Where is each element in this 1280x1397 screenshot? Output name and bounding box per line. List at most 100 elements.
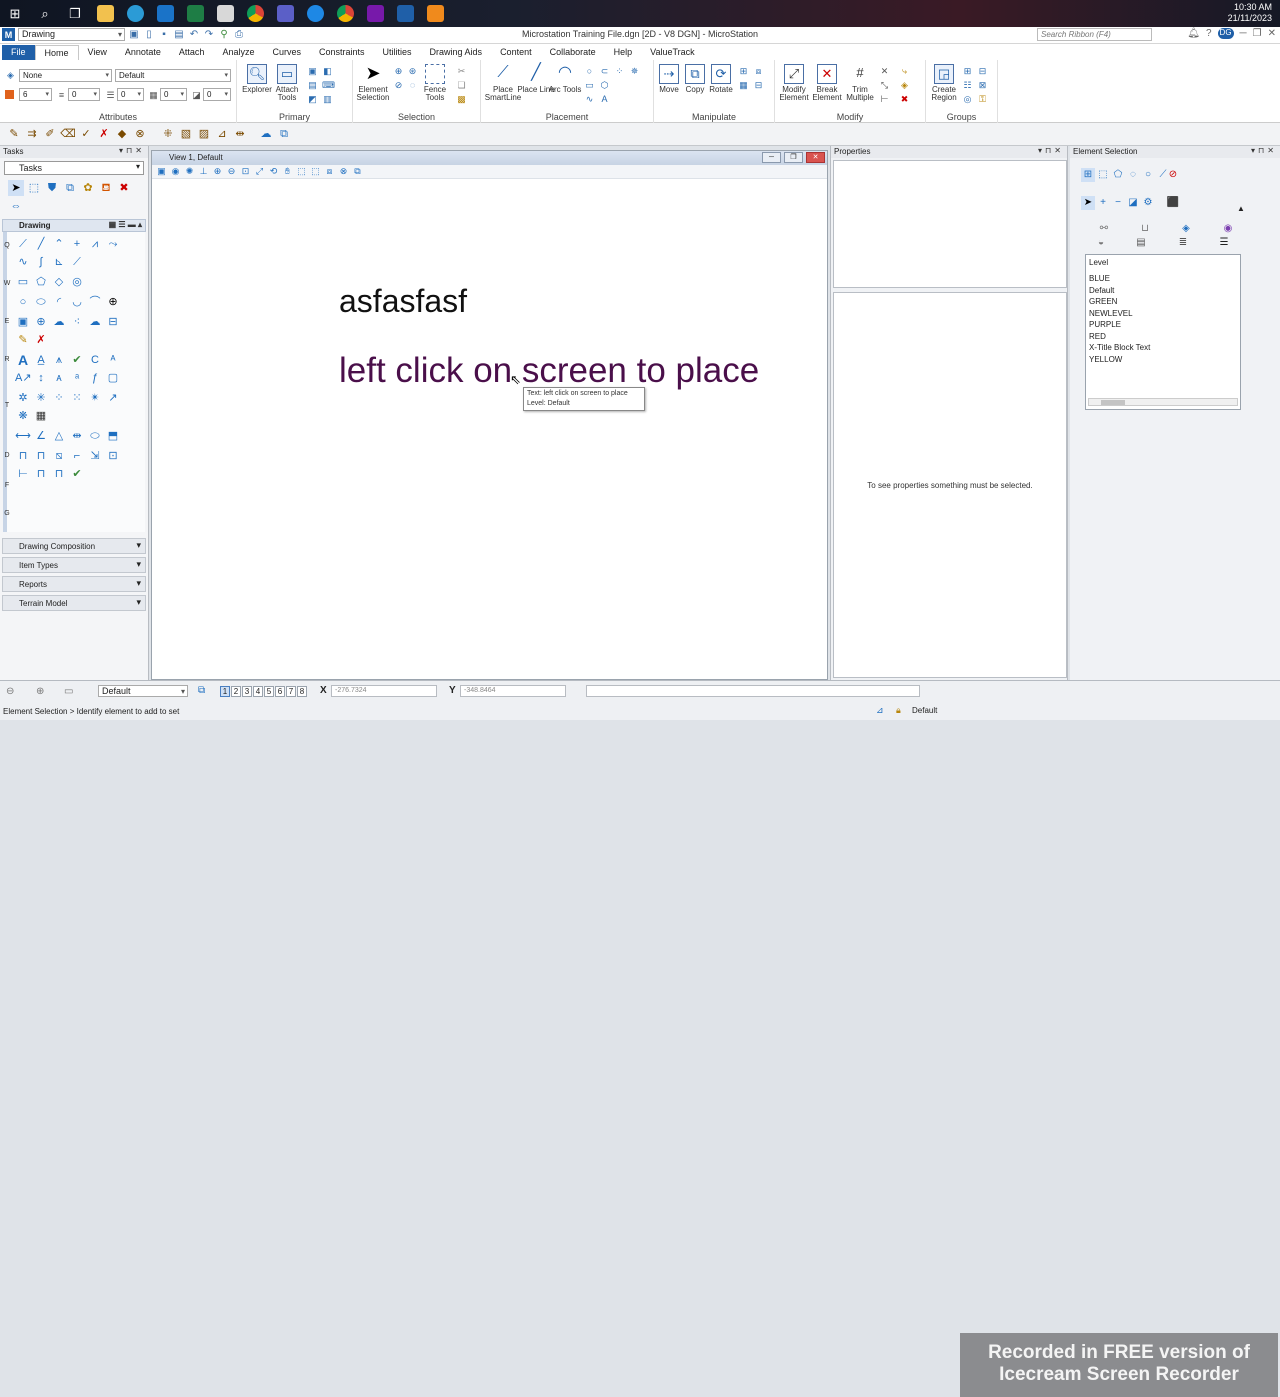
ordinate-icon[interactable]: ⬒ xyxy=(105,428,121,444)
style-combo[interactable]: Default xyxy=(115,69,231,82)
cloud-edit-icon[interactable]: ☁ xyxy=(87,314,103,330)
section-view-icons[interactable]: ▦ ☰ ▬ ▴ xyxy=(109,220,142,229)
display-style-icon[interactable]: ◉ xyxy=(170,166,181,177)
saved-views-icon[interactable]: ◩ xyxy=(307,94,318,104)
level-item-green[interactable]: GREEN xyxy=(1086,296,1240,308)
clear-selection-icon[interactable]: ⊘ xyxy=(1166,168,1180,182)
view-1-button[interactable]: 1 xyxy=(220,686,230,697)
pattern-icon[interactable]: ▧ xyxy=(178,126,194,142)
split-icon[interactable]: ⊢ xyxy=(879,94,890,104)
view-close-button[interactable]: ✕ xyxy=(806,152,825,163)
view-7-button[interactable]: 7 xyxy=(286,686,296,697)
line-mode-icon[interactable]: ◌ xyxy=(1126,168,1140,182)
reports-header[interactable]: Reports xyxy=(2,576,146,592)
element-selection-controls-icon[interactable]: ▾⊓✕ xyxy=(1251,146,1277,155)
shape-mode-icon[interactable]: ⬠ xyxy=(1111,168,1125,182)
undo-icon[interactable]: ↶ xyxy=(188,29,200,41)
level-lock-icon[interactable]: 🔒︎ xyxy=(896,703,901,717)
diamond-tool-icon[interactable]: ◇ xyxy=(51,274,67,290)
key-in-icon[interactable]: ⌨ xyxy=(322,80,335,90)
onenote-icon[interactable] xyxy=(363,3,387,25)
cell-place-icon[interactable]: ↗ xyxy=(105,390,121,406)
grid-wall-icon[interactable]: ⊓ xyxy=(51,466,67,482)
outlook-icon[interactable] xyxy=(153,3,177,25)
text-edit-icon[interactable]: ᴬ xyxy=(105,352,121,368)
copy-clip-icon[interactable]: ❏ xyxy=(456,80,467,90)
search-icon[interactable]: ⌕ xyxy=(33,3,57,25)
rotate-view-icon[interactable]: ⟲ xyxy=(268,166,279,177)
level-list-scrollbar[interactable] xyxy=(1088,398,1238,406)
pan-view-icon[interactable]: ✋︎ xyxy=(282,166,293,177)
offset-icon[interactable]: ◈ xyxy=(899,80,910,90)
attribute-color-icon[interactable]: ◉ xyxy=(1221,222,1235,236)
paint-icon[interactable]: ⊗ xyxy=(132,126,148,142)
x-coordinate-field[interactable]: -276.7324 xyxy=(331,685,437,697)
tasks-combo[interactable]: Tasks xyxy=(4,161,144,175)
placed-text[interactable]: asfasfasf xyxy=(339,283,467,320)
extend-icon[interactable]: ⤡ xyxy=(879,80,890,90)
measure-tool-icon[interactable]: ⇔ xyxy=(8,198,24,214)
chrome-icon[interactable] xyxy=(243,3,267,25)
subtract-selection-icon[interactable]: − xyxy=(1111,196,1125,210)
circle-icon[interactable]: ○ xyxy=(584,66,595,76)
tangent-icon[interactable]: ⟋ xyxy=(69,254,85,270)
block-mode-icon[interactable]: ⬚ xyxy=(1096,168,1110,182)
save-icon[interactable]: ▪ xyxy=(158,29,170,41)
user-avatar[interactable]: DG xyxy=(1217,28,1234,39)
chamfer-icon[interactable]: ⤷ xyxy=(899,66,910,76)
arc-tool-icon[interactable]: ◜ xyxy=(51,294,67,310)
fence-tools-button[interactable]: Fence Tools xyxy=(415,64,455,102)
color-combo[interactable]: 6 xyxy=(19,88,52,101)
view-next-icon[interactable]: ⬚ xyxy=(310,166,321,177)
cell-array-icon[interactable]: ✳ xyxy=(33,390,49,406)
circle-tool-icon[interactable]: ○ xyxy=(15,294,31,310)
text-label-icon[interactable]: ▢ xyxy=(105,370,121,386)
measure-icon[interactable]: ⊿ xyxy=(214,126,230,142)
level-item-yellow[interactable]: YELLOW xyxy=(1086,354,1240,366)
grid-check-icon[interactable]: ✔ xyxy=(69,466,85,482)
view-group-combo[interactable]: Default xyxy=(98,685,188,697)
levels-tab-icon[interactable]: ◒ xyxy=(1094,236,1108,250)
circle-mode-icon[interactable]: ○ xyxy=(1141,168,1155,182)
redo-icon[interactable]: ↷ xyxy=(203,29,215,41)
polyline-icon[interactable]: ⩘ xyxy=(87,236,103,252)
dimension-tool-icon[interactable]: ⟷ xyxy=(15,428,31,444)
dots-icon[interactable]: ⁖ xyxy=(69,314,85,330)
models-icon[interactable]: ▣ xyxy=(307,66,318,76)
chrome-profile-icon[interactable] xyxy=(333,3,357,25)
levels-icon[interactable]: ◧ xyxy=(322,66,333,76)
view-minimize-button[interactable]: ─ xyxy=(762,152,781,163)
fillet-icon[interactable]: ✕ xyxy=(879,66,890,76)
tab-collaborate[interactable]: Collaborate xyxy=(541,45,605,60)
tab-file[interactable]: File xyxy=(2,45,35,60)
modify-arc-icon[interactable]: ⊕ xyxy=(105,294,121,310)
match-icon[interactable]: ⇉ xyxy=(24,126,40,142)
curve-tool-icon[interactable]: ∫ xyxy=(33,254,49,270)
close-icon[interactable]: ✕ xyxy=(1268,28,1276,39)
calendar-icon[interactable] xyxy=(213,3,237,25)
properties-icon[interactable]: ▥ xyxy=(322,94,333,104)
snap-icon[interactable]: ⊿ xyxy=(876,703,884,717)
tab-drawing-aids[interactable]: Drawing Aids xyxy=(421,45,492,60)
multiline-icon[interactable]: ⌃ xyxy=(51,236,67,252)
cloud-tool-icon[interactable]: ☁ xyxy=(51,314,67,330)
markup-icon[interactable]: ⧉ xyxy=(276,126,292,142)
restore-icon[interactable]: ❐ xyxy=(1253,28,1262,39)
dimension-icon[interactable]: ⇹ xyxy=(232,126,248,142)
text-rotate-icon[interactable]: A↗ xyxy=(15,370,32,386)
stack-icon[interactable]: ⧉ xyxy=(62,180,78,196)
weights-tab-icon[interactable]: ≣ xyxy=(1176,236,1190,250)
item-types-header[interactable]: Item Types xyxy=(2,557,146,573)
active-level[interactable]: Default xyxy=(912,704,937,718)
revision-icon[interactable]: ⊟ xyxy=(105,314,121,330)
cell-icon[interactable]: ✵ xyxy=(629,66,640,76)
ribbon-search-input[interactable]: Search Ribbon (F4) xyxy=(1037,28,1152,41)
help-icon[interactable]: ? xyxy=(1206,28,1212,39)
change-icon[interactable]: ✓ xyxy=(78,126,94,142)
print-icon[interactable]: ⎙ xyxy=(233,29,245,41)
minimize-icon[interactable]: ─ xyxy=(1240,28,1247,39)
edge-dev-icon[interactable] xyxy=(303,3,327,25)
line-style-combo[interactable]: 0 xyxy=(68,88,100,101)
tab-curves[interactable]: Curves xyxy=(263,45,310,60)
grid-corner-icon[interactable]: ⌐ xyxy=(69,448,85,464)
